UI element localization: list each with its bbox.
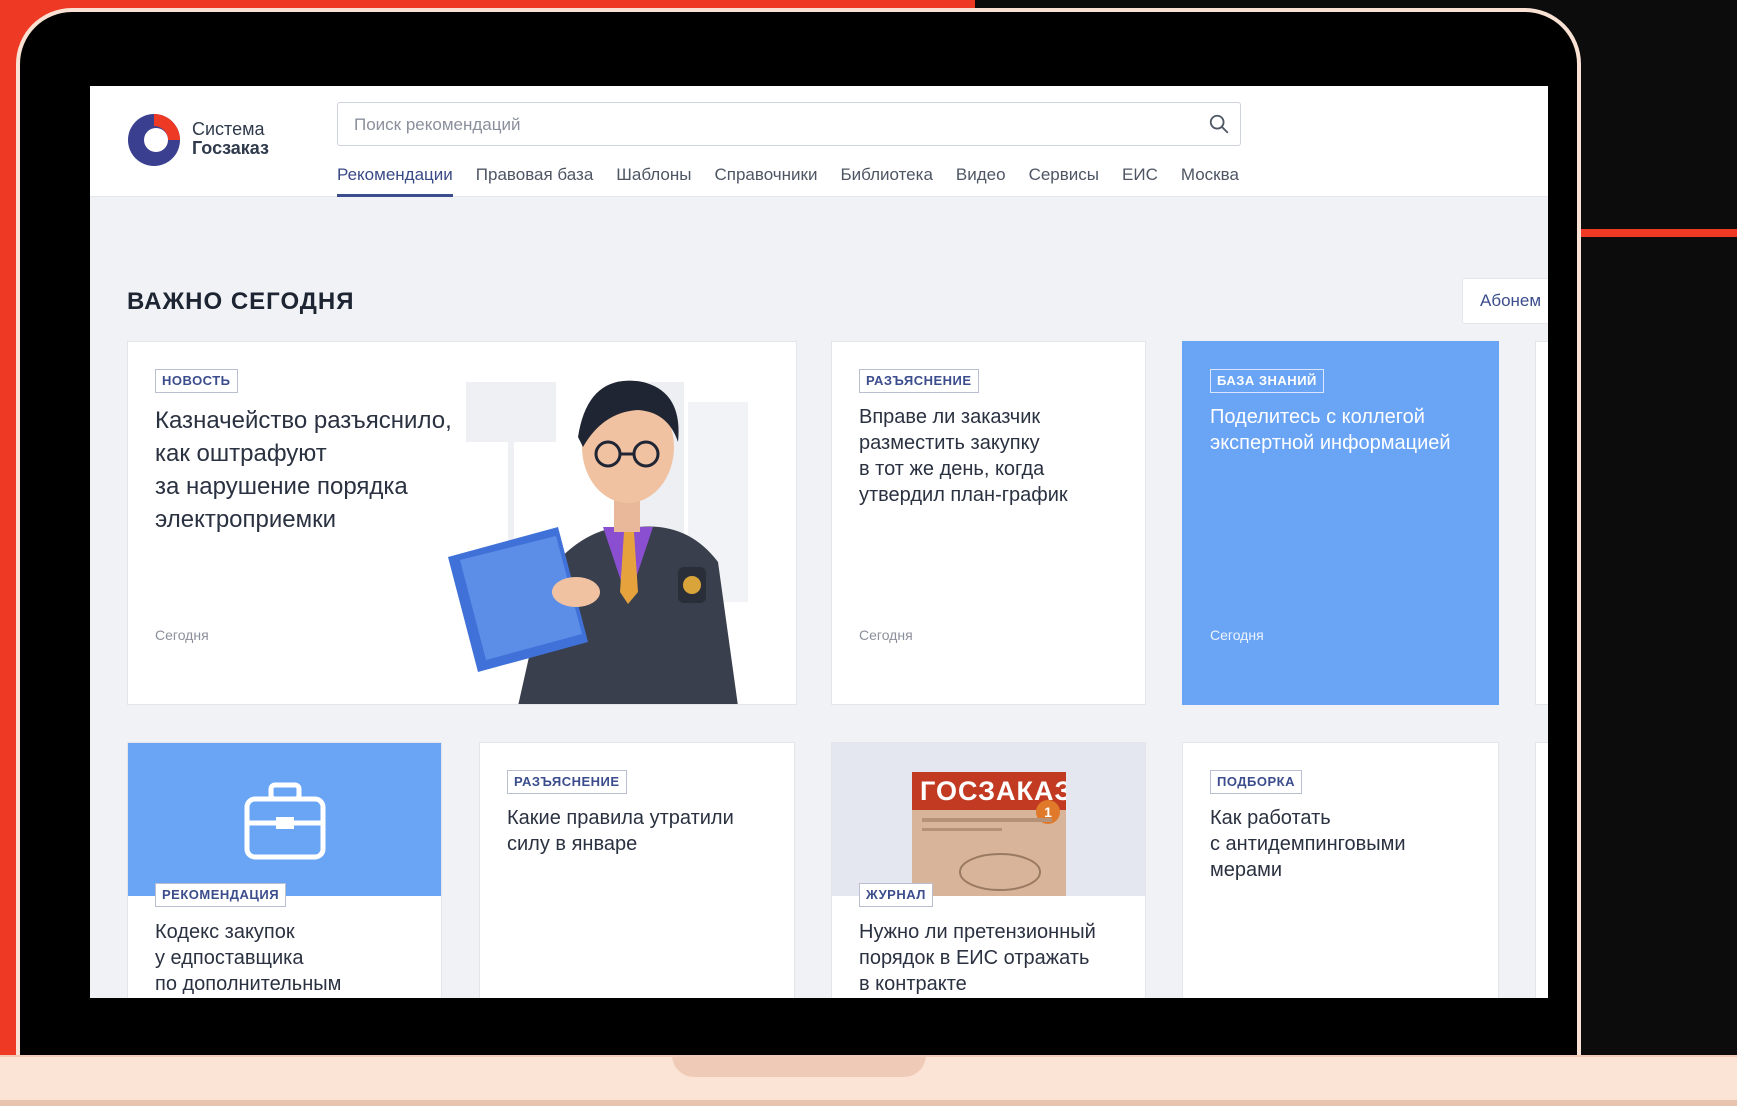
card-recommendation[interactable]: РЕКОМЕНДАЦИЯ Кодекс закупок у едпоставщи…: [127, 742, 442, 998]
brand-line1: Система: [192, 119, 265, 139]
search-icon[interactable]: [1208, 113, 1230, 135]
nav-legal-base[interactable]: Правовая база: [476, 163, 594, 194]
search-box: [337, 102, 1241, 147]
nav-reference[interactable]: Справочники: [714, 163, 817, 194]
card-partial[interactable]: [1535, 341, 1548, 705]
card-date: Сегодня: [859, 627, 913, 643]
browser-screen: Система Госзаказ Рекомендации Правовая б…: [90, 86, 1548, 998]
nav-library[interactable]: Библиотека: [840, 163, 932, 194]
background-red-stripe: [1577, 229, 1737, 237]
card-collection[interactable]: ПОДБОРКА Как работать с антидемпинговыми…: [1182, 742, 1499, 998]
card-title[interactable]: Вправе ли заказчик разместить закупку в …: [859, 404, 1129, 508]
card-title[interactable]: Кодекс закупок у едпоставщика по дополни…: [155, 919, 425, 997]
journal-cover-art: [922, 818, 1052, 891]
card-explanation-2[interactable]: РАЗЪЯСНЕНИЕ Какие правила утратили силу …: [479, 742, 795, 998]
nav-video[interactable]: Видео: [956, 163, 1006, 194]
card-news[interactable]: НОВОСТЬ Казначейство разъяснило, как ошт…: [127, 341, 797, 705]
briefcase-icon: [244, 782, 326, 860]
card-explanation[interactable]: РАЗЪЯСНЕНИЕ Вправе ли заказчик разместит…: [831, 341, 1146, 705]
site-header: Система Госзаказ Рекомендации Правовая б…: [90, 86, 1548, 197]
tag-news: НОВОСТЬ: [155, 369, 238, 393]
card-knowledge-base[interactable]: БАЗА ЗНАНИЙ Поделитесь с коллегой экспер…: [1182, 341, 1499, 705]
journal-cover: ГОСЗАКАЗ 1: [912, 772, 1066, 896]
tag-explanation: РАЗЪЯСНЕНИЕ: [507, 770, 627, 794]
card-title[interactable]: Поделитесь с коллегой экспертной информа…: [1210, 404, 1490, 456]
card-title[interactable]: Казначейство разъяснило, как оштрафуют з…: [155, 404, 485, 536]
search-input[interactable]: [352, 103, 1176, 147]
brand-name[interactable]: Система Госзаказ: [192, 120, 269, 158]
subscription-button[interactable]: Абонем: [1462, 278, 1548, 324]
card-title[interactable]: Нужно ли претензионный порядок в ЕИС отр…: [859, 919, 1144, 997]
section-title: ВАЖНО СЕГОДНЯ: [127, 288, 355, 315]
main-nav: Рекомендации Правовая база Шаблоны Справ…: [337, 163, 1262, 197]
official-illustration: [448, 380, 748, 704]
nav-eis[interactable]: ЕИС: [1122, 163, 1158, 194]
nav-services[interactable]: Сервисы: [1029, 163, 1099, 194]
laptop-base-edge: [0, 1100, 1737, 1106]
brand-logo[interactable]: [127, 113, 181, 167]
nav-recommendations[interactable]: Рекомендации: [337, 163, 453, 197]
brand-line2: Госзаказ: [192, 138, 269, 158]
nav-templates[interactable]: Шаблоны: [616, 163, 691, 194]
tag-explanation: РАЗЪЯСНЕНИЕ: [859, 369, 979, 393]
card-title[interactable]: Какие правила утратили силу в январе: [507, 805, 777, 857]
laptop-frame: Система Госзаказ Рекомендации Правовая б…: [16, 8, 1581, 1055]
tag-journal: ЖУРНАЛ: [859, 883, 933, 907]
card-date: Сегодня: [1210, 627, 1264, 643]
card-journal[interactable]: ГОСЗАКАЗ 1 ЖУРНАЛ Нужно ли претензионный…: [831, 742, 1146, 998]
tag-knowledge-base: БАЗА ЗНАНИЙ: [1210, 369, 1324, 393]
nav-moscow[interactable]: Москва: [1181, 163, 1239, 194]
card-partial[interactable]: [1535, 742, 1548, 998]
card-title[interactable]: Как работать с антидемпинговыми мерами: [1210, 805, 1480, 883]
tag-recommendation: РЕКОМЕНДАЦИЯ: [155, 883, 287, 907]
tag-collection: ПОДБОРКА: [1210, 770, 1302, 794]
laptop-notch: [672, 1055, 926, 1077]
card-date: Сегодня: [155, 627, 209, 643]
